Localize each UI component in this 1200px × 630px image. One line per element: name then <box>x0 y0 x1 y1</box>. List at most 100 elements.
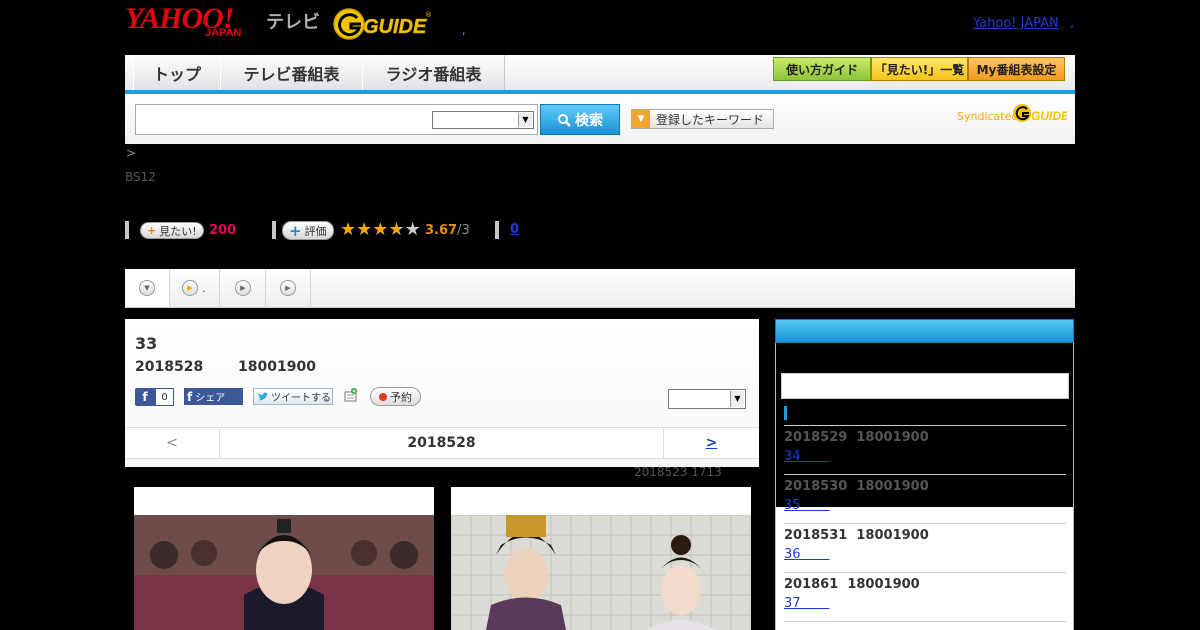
rating-value: 3.67 <box>425 223 458 238</box>
guide-button[interactable]: 使い方ガイド <box>773 57 871 81</box>
divider <box>784 425 1066 426</box>
rate-button[interactable]: + 評価 <box>282 221 334 240</box>
episode-photo-2[interactable] <box>451 487 751 630</box>
episode-select[interactable]: ▼ <box>668 389 746 409</box>
play-icon: ▶ <box>280 280 296 296</box>
tv-logo-text: テレビ <box>266 12 320 33</box>
pager-current-date: 2018528 <box>220 428 664 458</box>
dropdown-arrow-icon: ▼ <box>632 110 650 128</box>
episode-title: 33 <box>135 334 158 353</box>
want-count: 200 <box>209 223 237 238</box>
facebook-icon: f <box>142 390 148 404</box>
divider <box>784 523 1066 524</box>
divider <box>125 221 129 239</box>
tab-info[interactable]: ▼ <box>125 269 170 307</box>
half-star-icon: ★ <box>388 219 405 240</box>
plus-icon: + <box>289 221 302 240</box>
episode-time: 18001900 <box>238 359 316 375</box>
yahoo-japan-link[interactable]: Yahoo! JAPAN <box>973 16 1059 31</box>
tab-cast[interactable]: ▶ <box>221 269 266 307</box>
tab-episodes-label: . <box>202 281 206 295</box>
photo-image <box>451 515 751 630</box>
reserve-button[interactable]: 予約 <box>370 387 421 406</box>
svg-text:GUIDE: GUIDE <box>363 16 427 38</box>
divider <box>784 474 1066 475</box>
divider <box>495 221 499 239</box>
want-label: 見たい! <box>159 224 197 238</box>
saved-keywords-button[interactable]: ▼ 登録したキーワード <box>631 109 774 129</box>
tweet-button[interactable]: ツイートする <box>253 388 333 405</box>
want-button[interactable]: + 見たい! <box>140 222 204 239</box>
star-icon: ★ <box>340 219 357 240</box>
facebook-icon: f <box>187 389 193 404</box>
chevron-down-icon: ▼ <box>518 113 532 127</box>
tab-radio-schedule[interactable]: ラジオ番組表 <box>362 55 505 90</box>
sidebar-item-date: 2018530 18001900 <box>784 479 929 494</box>
tab-episodes[interactable]: ▶ . <box>170 269 220 307</box>
sidebar-list-bg <box>775 507 1074 630</box>
sidebar-header <box>775 319 1074 343</box>
star-icon: ★ <box>372 219 389 240</box>
sidebar-item-link[interactable]: 35 <box>784 498 829 513</box>
play-icon: ▶ <box>182 280 198 296</box>
divider <box>784 621 1066 622</box>
search-button[interactable]: 検索 <box>540 104 620 135</box>
svg-text:®: ® <box>425 11 432 19</box>
sidebar-item-date: 201861 18001900 <box>784 577 920 592</box>
divider <box>784 572 1066 573</box>
pager-prev[interactable]: < <box>125 428 220 458</box>
record-icon <box>379 392 387 401</box>
tweet-label: ツイートする <box>271 393 331 404</box>
add-to-list-icon[interactable] <box>344 388 358 402</box>
syndicated-label: Syndicated <box>957 110 1019 123</box>
episode-date: 2018528 <box>135 359 204 375</box>
chevron-down-icon: ▼ <box>730 391 744 407</box>
tab-top[interactable]: トップ <box>133 55 221 90</box>
main-nav: トップ テレビ番組表 ラジオ番組表 使い方ガイド 「見たい!」一覧 My番組表設… <box>125 55 1075 94</box>
episode-photo-1[interactable] <box>134 487 434 630</box>
pager-next[interactable]: > <box>664 428 759 458</box>
sidebar-item-link[interactable]: 34 <box>784 449 829 464</box>
sidebar-item-date: 2018529 18001900 <box>784 430 929 445</box>
channel-name: BS12 <box>125 170 156 184</box>
rate-label: 評価 <box>304 224 327 238</box>
star-icon: ★ <box>356 219 373 240</box>
search-button-label: 検索 <box>575 112 603 129</box>
sidebar-item-link[interactable]: 37 <box>784 596 829 611</box>
photo-actor-image <box>134 515 434 630</box>
share-label: シェア <box>195 393 226 404</box>
gguide-logo[interactable]: GUIDE ® <box>333 6 433 42</box>
search-category-select[interactable]: ▼ <box>432 111 534 129</box>
review-count-link[interactable]: 0 <box>510 222 519 237</box>
header-dot: , <box>1070 16 1075 31</box>
rating-suffix: /3 <box>457 223 470 238</box>
photo-image <box>134 515 434 630</box>
header-separator: , <box>462 24 466 37</box>
updated-timestamp: 2018523 1713 <box>634 465 722 479</box>
tab-reviews[interactable]: ▶ <box>266 269 311 307</box>
play-icon: ▶ <box>235 280 251 296</box>
saved-keywords-label: 登録したキーワード <box>656 112 765 127</box>
star-empty-icon: ★ <box>404 219 421 240</box>
facebook-share-button[interactable]: f シェア <box>184 388 243 405</box>
episode-pager: < 2018528 > <box>125 427 759 459</box>
facebook-like-button[interactable]: f 0 <box>135 388 174 406</box>
svg-text:GUIDE: GUIDE <box>1031 109 1067 123</box>
facebook-like-count: 0 <box>155 388 174 406</box>
want-list-button[interactable]: 「見たい!」一覧 <box>871 57 968 81</box>
reserve-label: 予約 <box>390 390 412 404</box>
sidebar-input[interactable] <box>781 373 1069 399</box>
my-schedule-button[interactable]: My番組表設定 <box>968 57 1065 81</box>
chevron-down-icon: ▼ <box>139 280 155 296</box>
sidebar-item-link[interactable]: 36 <box>784 547 829 562</box>
content-tabs: ▼ ▶ . ▶ ▶ <box>125 269 1075 308</box>
sidebar-marker <box>784 406 787 420</box>
breadcrumb: > <box>126 146 137 160</box>
sidebar-item-date: 2018531 18001900 <box>784 528 929 543</box>
yahoo-logo-japan: JAPAN <box>205 27 242 39</box>
search-icon <box>558 113 571 127</box>
twitter-bird-icon <box>258 392 269 400</box>
gguide-small-logo: GUIDE <box>1013 104 1067 123</box>
plus-icon: + <box>147 224 157 237</box>
tab-tv-schedule[interactable]: テレビ番組表 <box>220 55 363 90</box>
